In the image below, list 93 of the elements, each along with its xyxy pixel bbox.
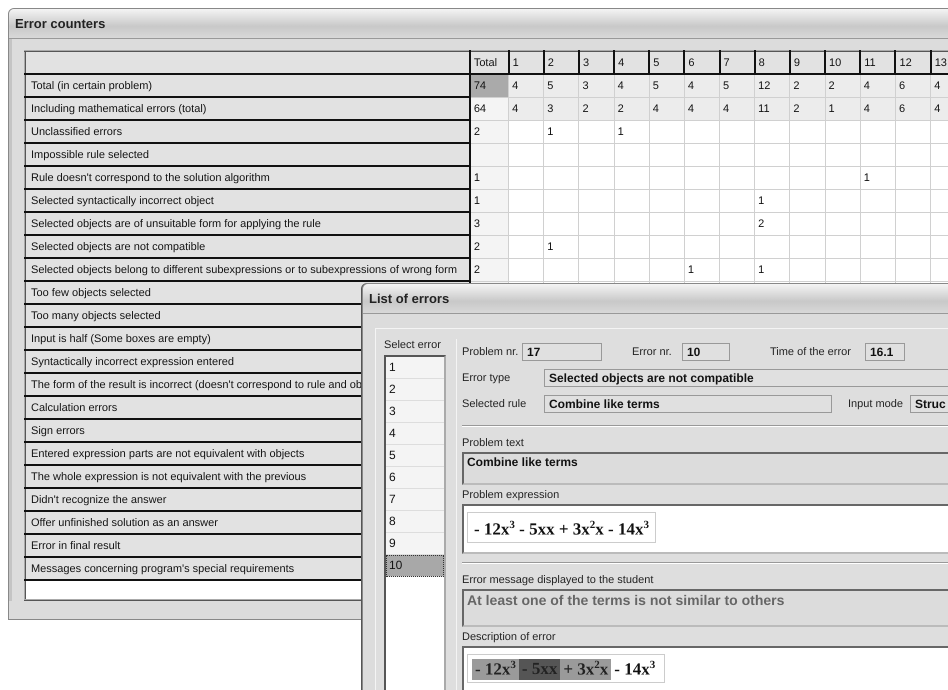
field-label: Time of the error — [770, 346, 852, 358]
table-cell: 2 — [754, 212, 790, 235]
list-item[interactable]: 4 — [386, 423, 444, 445]
field-label: Input mode — [848, 398, 904, 410]
table-cell: 5 — [649, 74, 684, 97]
list-item[interactable]: 10 — [386, 555, 444, 577]
row-header: Selected objects belong to different subexpressions or to subexpressions of wrong form — [25, 258, 470, 281]
table-cell: 2 — [614, 97, 650, 120]
number-field: 10 — [682, 343, 730, 361]
row-header: Rule doesn't correspond to the solution algorithm — [25, 166, 470, 189]
table-cell: 6 — [895, 74, 931, 97]
table-cell: 1 — [470, 189, 509, 212]
row-header: Selected objects are not compatible — [25, 235, 470, 258]
table-cell: 1 — [470, 166, 509, 189]
section-label: Description of error — [462, 631, 557, 643]
input-mode-field: Struc — [910, 395, 948, 413]
table-cell: 5 — [544, 74, 579, 97]
column-header: 12 — [895, 51, 931, 74]
table-cell: 1 — [754, 189, 790, 212]
table-cell: 11 — [754, 97, 790, 120]
table-cell: 4 — [614, 74, 650, 97]
table-cell: 4 — [508, 97, 544, 120]
column-header: 4 — [614, 51, 650, 74]
field-label: Error nr. — [632, 346, 673, 358]
table-cell: 1 — [754, 258, 790, 281]
table-cell: 2 — [578, 97, 614, 120]
formula-term: - 14x$^{3}$ — [613, 659, 656, 680]
list-item[interactable]: 2 — [386, 379, 444, 401]
list-item[interactable]: 8 — [386, 511, 444, 533]
table-cell: 1 — [860, 166, 896, 189]
column-header: 3 — [578, 51, 614, 74]
table-cell: 4 — [649, 97, 684, 120]
formula: - 12x$^{3}$ - 5xx + 3x$^{2}$x - 14x$^{3}$ — [467, 512, 656, 543]
table-cell: 4 — [930, 74, 948, 97]
list-item[interactable]: 7 — [386, 489, 444, 511]
column-header: 5 — [649, 51, 684, 74]
column-header: 11 — [860, 51, 896, 74]
row-header: Including mathematical errors (total) — [25, 97, 470, 120]
table-cell: 1 — [614, 120, 650, 143]
table-cell: 4 — [860, 97, 896, 120]
table-cell: 3 — [544, 97, 579, 120]
row-header: Selected syntactically incorrect object — [25, 189, 470, 212]
time-field: 16.1 — [865, 343, 905, 361]
table-cell: 4 — [684, 74, 720, 97]
table-cell: 4 — [860, 74, 896, 97]
dialog-title: List of errors — [369, 291, 450, 306]
list-item[interactable]: 5 — [386, 445, 444, 467]
column-header: 9 — [790, 51, 825, 74]
table-cell: 2 — [825, 74, 860, 97]
table-cell: 2 — [470, 120, 509, 143]
column-header: 10 — [825, 51, 860, 74]
table-cell: 64 — [470, 97, 509, 120]
message-box: At least one of the terms is not similar to others — [462, 589, 948, 627]
table-cell: 4 — [930, 97, 948, 120]
table-cell: 6 — [895, 97, 931, 120]
row-header: Total (in certain problem) — [25, 74, 470, 97]
problem-text-box: Combine like terms — [462, 452, 948, 485]
table-cell: 3 — [470, 212, 509, 235]
table-cell: 2 — [790, 97, 825, 120]
table-cell: 1 — [684, 258, 720, 281]
column-header: 2 — [544, 51, 579, 74]
column-header: 6 — [684, 51, 720, 74]
formula-term: - 12x$^{3}$ — [472, 659, 519, 680]
formula-term: + 3x$^{2}$x — [560, 659, 612, 680]
column-header: 1 — [508, 51, 544, 74]
table-cell: 1 — [544, 120, 579, 143]
table-cell: 12 — [754, 74, 790, 97]
column-header: 7 — [720, 51, 755, 74]
table-cell: 1 — [825, 97, 860, 120]
list-item[interactable]: 1 — [386, 357, 444, 379]
table-cell: 74 — [470, 74, 509, 97]
table-cell: 4 — [720, 97, 755, 120]
table-cell: 2 — [470, 258, 509, 281]
row-header: Selected objects are of unsuitable form for applying the rule — [25, 212, 470, 235]
table-cell: 4 — [684, 97, 720, 120]
error-type-field: Selected objects are not compatible — [544, 369, 948, 387]
column-header: Total — [470, 51, 509, 74]
list-item[interactable]: 6 — [386, 467, 444, 489]
row-header: Impossible rule selected — [25, 143, 470, 166]
table-cell: 2 — [470, 235, 509, 258]
row-header: Unclassified errors — [25, 120, 470, 143]
number-field: 17 — [522, 343, 602, 361]
table-cell: 3 — [578, 74, 614, 97]
rule-field: Combine like terms — [544, 395, 832, 413]
list-item[interactable]: 3 — [386, 401, 444, 423]
window-title: Error counters — [15, 16, 106, 31]
list-label: Select error — [384, 339, 442, 351]
table-cell: 1 — [544, 235, 579, 258]
list-item[interactable]: 9 — [386, 533, 444, 555]
column-header: 8 — [754, 51, 790, 74]
table-cell: 5 — [720, 74, 755, 97]
table-cell: 4 — [508, 74, 544, 97]
table-cell: 2 — [790, 74, 825, 97]
